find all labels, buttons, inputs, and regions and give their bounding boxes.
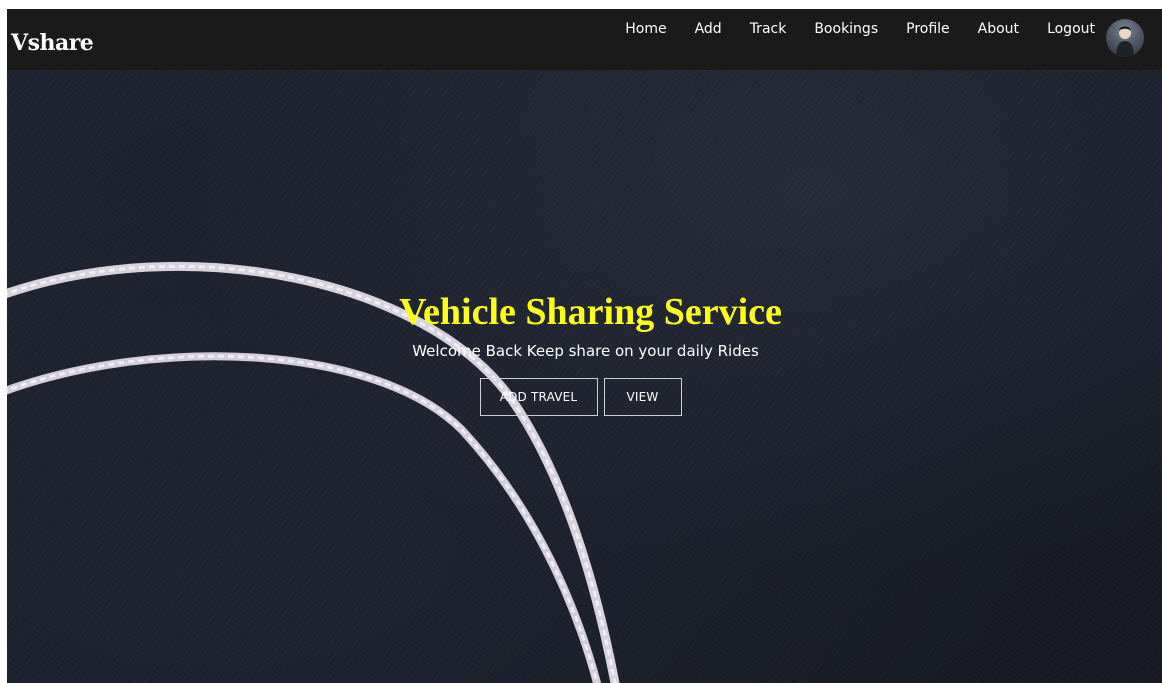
nav-links: Home Add Track Bookings Profile About Lo…: [625, 21, 1095, 37]
view-button[interactable]: VIEW: [603, 377, 682, 416]
hero-section: Vehicle Sharing Service Welcome Back Kee…: [7, 70, 1162, 683]
navbar: Vshare Home Add Track Bookings Profile A…: [7, 9, 1162, 70]
page: Vshare Home Add Track Bookings Profile A…: [0, 0, 1162, 683]
nav-link-bookings[interactable]: Bookings: [814, 21, 878, 37]
hero-subtitle: Welcome Back Keep share on your daily Ri…: [412, 341, 759, 360]
avatar-silhouette-icon: [1116, 26, 1134, 57]
nav-link-add[interactable]: Add: [695, 21, 722, 37]
brand-logo[interactable]: Vshare: [11, 30, 94, 56]
hero-content: Vehicle Sharing Service Welcome Back Kee…: [7, 291, 1162, 416]
add-travel-button[interactable]: ADD TRAVEL: [479, 377, 598, 416]
hero-title: Vehicle Sharing Service: [399, 291, 782, 333]
nav-link-home[interactable]: Home: [625, 21, 666, 37]
nav-link-track[interactable]: Track: [750, 21, 787, 37]
hero-buttons: ADD TRAVEL VIEW: [7, 377, 1162, 416]
nav-link-logout[interactable]: Logout: [1047, 21, 1095, 37]
nav-link-about[interactable]: About: [978, 21, 1019, 37]
nav-link-profile[interactable]: Profile: [906, 21, 950, 37]
user-avatar-icon[interactable]: [1106, 19, 1144, 57]
